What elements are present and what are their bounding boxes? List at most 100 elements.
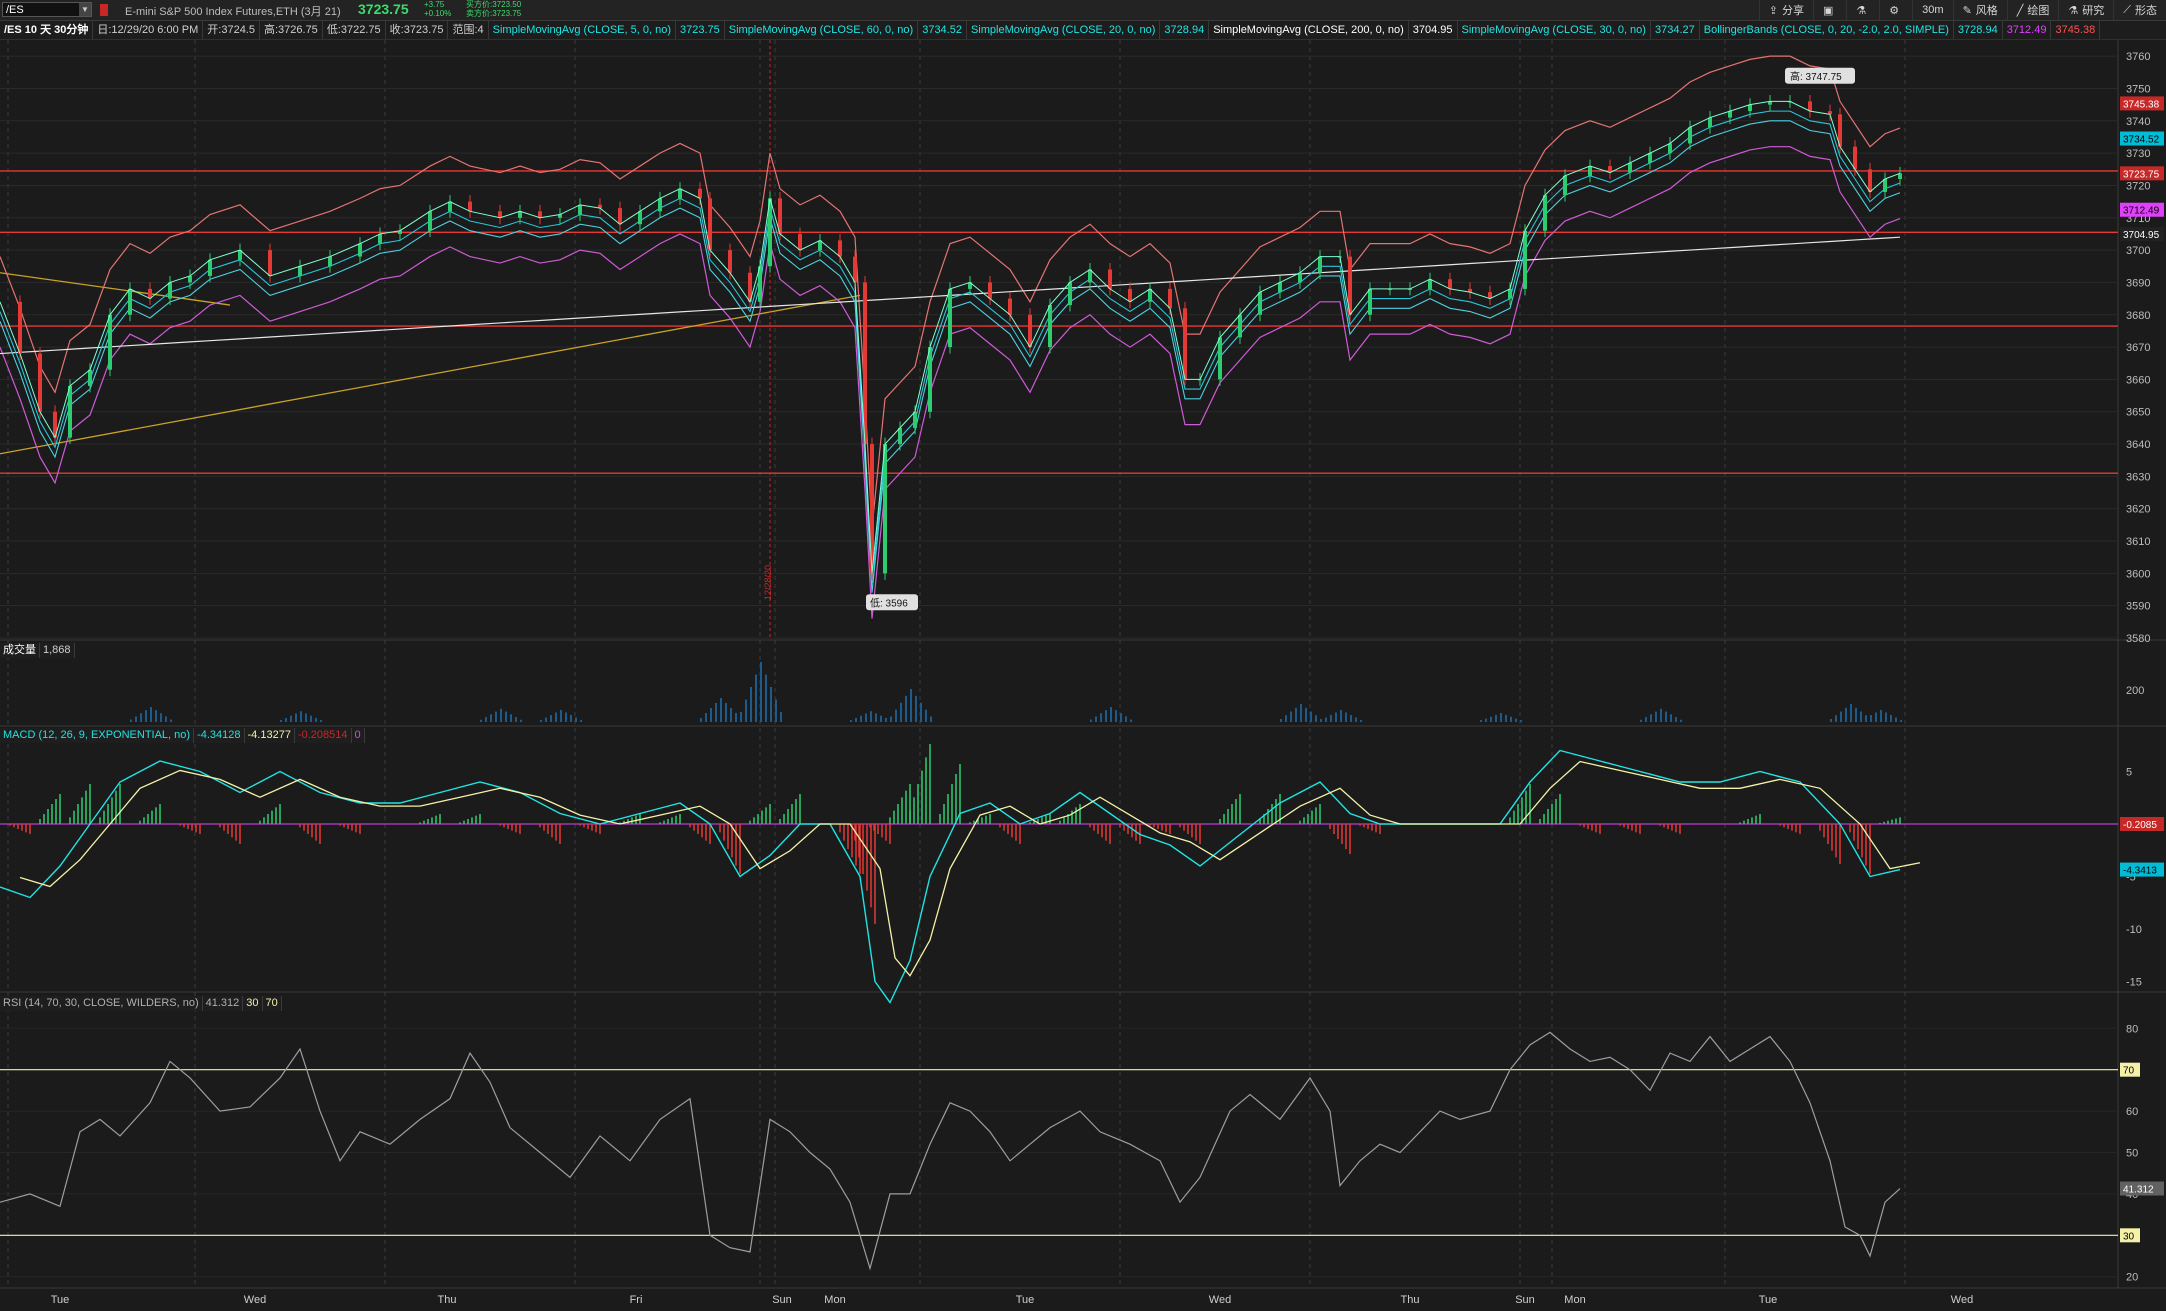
rsi-70-badge-label: 70: [2123, 1066, 2135, 1077]
candle-body: [1708, 117, 1712, 128]
candle-body: [1168, 288, 1172, 309]
volume-tick-label: 200: [2126, 685, 2144, 697]
price-tick-label: 3680: [2126, 310, 2150, 322]
volume-bar: [520, 719, 522, 722]
candle-body: [428, 211, 432, 231]
candle-body: [1628, 162, 1632, 173]
price-tick-label: 3740: [2126, 116, 2150, 128]
rsi-label-bar: RSI (14, 70, 30, CLOSE, WILDERS, no) 41.3…: [0, 996, 282, 1011]
macd-tick-label: 5: [2126, 767, 2132, 779]
volume-bar: [1675, 717, 1677, 722]
volume-bar: [1490, 716, 1492, 722]
macd-hist-badge-label: -0.2085: [2123, 820, 2157, 831]
candle-body: [1298, 272, 1302, 283]
volume-bar: [770, 687, 772, 722]
candle-body: [948, 288, 952, 348]
volume-bar: [1335, 712, 1337, 722]
volume-bar: [920, 702, 922, 722]
candle-body: [728, 250, 732, 273]
volume-bar: [280, 720, 282, 722]
volume-bar: [780, 712, 782, 722]
volume-bar: [860, 715, 862, 722]
candle-body: [578, 204, 582, 215]
volume-bar: [735, 713, 737, 722]
date-marker-label: 12/28/20: [763, 565, 773, 600]
volume-bar: [715, 703, 717, 722]
volume-bar: [1680, 719, 1682, 722]
volume-bar: [890, 716, 892, 722]
candle-body: [268, 250, 272, 276]
rsi-panel: [0, 1013, 2118, 1288]
volume-bar: [775, 699, 777, 722]
time-axis-label: Thu: [1401, 1294, 1420, 1306]
volume-bar: [725, 703, 727, 722]
candle-body: [88, 369, 92, 386]
volume-bar: [1870, 715, 1872, 722]
candle-body: [208, 259, 212, 276]
volume-bar: [1660, 708, 1662, 722]
volume-panel: [0, 660, 2118, 724]
volume-bar: [1495, 714, 1497, 722]
volume-bar: [1315, 715, 1317, 722]
candle-body: [1128, 288, 1132, 302]
volume-bar: [1120, 713, 1122, 722]
candle-body: [853, 256, 857, 283]
volume-bar: [1480, 720, 1482, 722]
volume-bar: [165, 716, 167, 722]
time-axis-label: Sun: [1515, 1294, 1535, 1306]
volume-bar: [1305, 707, 1307, 722]
volume-bar: [930, 716, 932, 722]
price-badge-label: 3704.95: [2123, 230, 2160, 241]
candle-body: [1448, 279, 1452, 289]
volume-bar: [705, 713, 707, 722]
volume-bar: [1505, 714, 1507, 722]
volume-bar: [885, 717, 887, 722]
price-tick-label: 3670: [2126, 342, 2150, 354]
volume-bar: [515, 717, 517, 722]
volume-label-bar: 成交量 1,868: [0, 643, 75, 658]
volume-bar: [1095, 716, 1097, 722]
candle-body: [638, 211, 642, 225]
volume-bar: [720, 698, 722, 722]
rsi-tick-label: 50: [2126, 1148, 2138, 1160]
time-axis-label: Mon: [1564, 1294, 1585, 1306]
candle-body: [658, 198, 662, 212]
volume-bar: [1360, 720, 1362, 722]
volume-bar: [755, 674, 757, 722]
volume-bar: [285, 717, 287, 722]
volume-bar: [1510, 716, 1512, 722]
volume-bar: [1855, 707, 1857, 722]
price-tick-label: 3750: [2126, 83, 2150, 95]
rsi-title: RSI (14, 70, 30, CLOSE, WILDERS, no): [0, 996, 203, 1011]
volume-bar: [870, 711, 872, 722]
candle-body: [838, 240, 842, 257]
time-axis-label: Mon: [824, 1294, 845, 1306]
volume-bar: [730, 708, 732, 722]
volume-bar: [1500, 713, 1502, 722]
candle-body: [1588, 166, 1592, 176]
candle-body: [68, 385, 72, 438]
price-tick-label: 3620: [2126, 504, 2150, 516]
candle-body: [618, 208, 622, 225]
candle-body: [1508, 288, 1512, 299]
candle-body: [1068, 282, 1072, 306]
volume-bar: [1325, 717, 1327, 722]
volume-bar: [1285, 715, 1287, 722]
candle-body: [698, 188, 702, 199]
volume-bar: [1100, 713, 1102, 722]
time-axis-label: Wed: [244, 1294, 266, 1306]
candle-body: [108, 314, 112, 370]
volume-bar: [1670, 714, 1672, 722]
volume-bar: [550, 715, 552, 722]
chart-canvas[interactable]: 3760375037403730372037103700369036803670…: [0, 0, 2166, 1311]
volume-bar: [1895, 717, 1897, 722]
volume-bar: [895, 709, 897, 722]
price-tick-label: 3730: [2126, 148, 2150, 160]
candle-body: [1883, 178, 1887, 192]
macd-zero: 0: [351, 728, 365, 743]
rsi-value: 41.312: [202, 996, 244, 1011]
time-axis-label: Fri: [630, 1294, 643, 1306]
volume-bar: [1345, 712, 1347, 722]
volume-bar: [1865, 717, 1867, 722]
volume-bar: [850, 720, 852, 722]
